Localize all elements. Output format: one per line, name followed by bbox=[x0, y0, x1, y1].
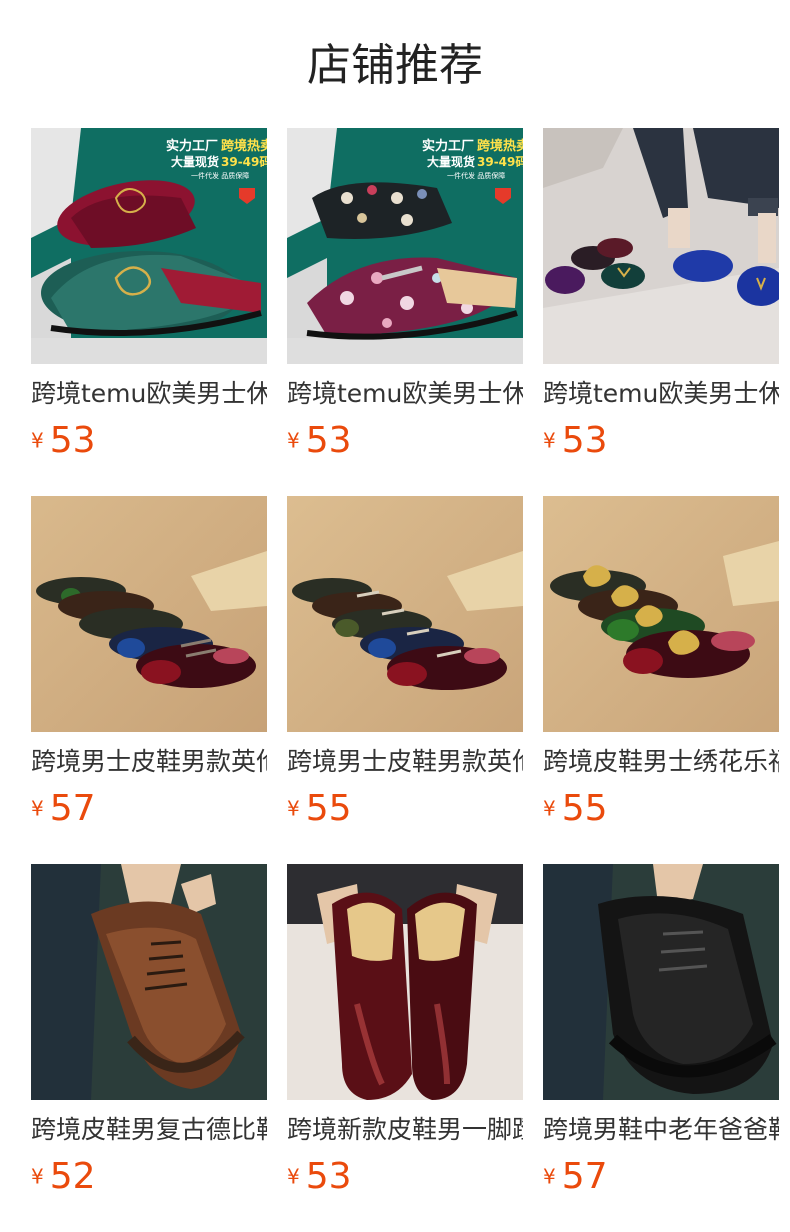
price-value: 53 bbox=[305, 1155, 352, 1197]
product-card[interactable]: 跨境男鞋中老年爸爸鞋 ¥57 bbox=[543, 864, 779, 1197]
product-price: ¥53 bbox=[287, 420, 523, 461]
product-card[interactable]: 跨境皮鞋男士绣花乐福 ¥55 bbox=[543, 496, 779, 829]
banner-text: 大量现货 bbox=[171, 154, 219, 169]
product-name[interactable]: 跨境皮鞋男复古德比鞋 bbox=[31, 1114, 267, 1146]
product-image[interactable] bbox=[287, 864, 523, 1100]
price-value: 53 bbox=[305, 419, 352, 461]
product-card[interactable]: 跨境皮鞋男复古德比鞋 ¥52 bbox=[31, 864, 267, 1197]
product-image[interactable] bbox=[543, 128, 779, 364]
product-price: ¥52 bbox=[31, 1156, 267, 1197]
product-image[interactable] bbox=[543, 496, 779, 732]
price-value: 53 bbox=[561, 419, 608, 461]
product-price: ¥57 bbox=[543, 1156, 779, 1197]
product-image[interactable] bbox=[31, 496, 267, 732]
product-price: ¥53 bbox=[543, 420, 779, 461]
currency-symbol: ¥ bbox=[31, 796, 44, 821]
product-price: ¥55 bbox=[287, 788, 523, 829]
product-card[interactable]: 跨境新款皮鞋男一脚蹬 ¥53 bbox=[287, 864, 523, 1197]
product-name[interactable]: 跨境男士皮鞋男款英伦 bbox=[287, 746, 523, 778]
product-price: ¥53 bbox=[31, 420, 267, 461]
product-price: ¥55 bbox=[543, 788, 779, 829]
product-name[interactable]: 跨境temu欧美男士休 bbox=[287, 378, 523, 410]
product-card[interactable]: 跨境男士皮鞋男款英伦 ¥55 bbox=[287, 496, 523, 829]
banner-text: 大量现货 bbox=[427, 154, 475, 169]
banner-text: 一件代发 品质保障 bbox=[191, 171, 249, 180]
product-image[interactable] bbox=[543, 864, 779, 1100]
section-title: 店铺推荐 bbox=[307, 40, 483, 91]
price-value: 55 bbox=[561, 787, 608, 829]
banner-text: 一件代发 品质保障 bbox=[447, 171, 505, 180]
product-card[interactable]: 实力工厂 跨境热卖 大量现货 39-49码 一件代发 品质保障 跨境temu欧美… bbox=[31, 128, 267, 461]
currency-symbol: ¥ bbox=[287, 428, 300, 453]
product-image[interactable] bbox=[287, 496, 523, 732]
banner-text: 实力工厂 bbox=[422, 138, 474, 154]
product-image[interactable]: 实力工厂 跨境热卖 大量现货 39-49码 一件代发 品质保障 bbox=[31, 128, 267, 364]
price-value: 57 bbox=[49, 787, 96, 829]
banner-text: 跨境热卖 bbox=[221, 138, 267, 154]
product-card[interactable]: 跨境temu欧美男士休 ¥53 bbox=[543, 128, 779, 461]
currency-symbol: ¥ bbox=[287, 796, 300, 821]
product-price: ¥57 bbox=[31, 788, 267, 829]
currency-symbol: ¥ bbox=[543, 428, 556, 453]
product-name[interactable]: 跨境皮鞋男士绣花乐福 bbox=[543, 746, 779, 778]
banner-text: 39-49码 bbox=[477, 155, 523, 169]
product-name[interactable]: 跨境男鞋中老年爸爸鞋 bbox=[543, 1114, 779, 1146]
banner-text: 39-49码 bbox=[221, 155, 267, 169]
banner-text: 实力工厂 bbox=[166, 138, 218, 154]
product-card[interactable]: 跨境男士皮鞋男款英伦 ¥57 bbox=[31, 496, 267, 829]
price-value: 55 bbox=[305, 787, 352, 829]
product-name[interactable]: 跨境新款皮鞋男一脚蹬 bbox=[287, 1114, 523, 1146]
product-price: ¥53 bbox=[287, 1156, 523, 1197]
currency-symbol: ¥ bbox=[543, 1164, 556, 1189]
product-name[interactable]: 跨境temu欧美男士休 bbox=[543, 378, 779, 410]
price-value: 52 bbox=[49, 1155, 96, 1197]
product-image[interactable] bbox=[31, 864, 267, 1100]
currency-symbol: ¥ bbox=[31, 1164, 44, 1189]
product-image[interactable]: 实力工厂 跨境热卖 大量现货 39-49码 一件代发 品质保障 bbox=[287, 128, 523, 364]
product-card[interactable]: 实力工厂 跨境热卖 大量现货 39-49码 一件代发 品质保障 跨境temu欧美… bbox=[287, 128, 523, 461]
currency-symbol: ¥ bbox=[543, 796, 556, 821]
currency-symbol: ¥ bbox=[287, 1164, 300, 1189]
product-name[interactable]: 跨境男士皮鞋男款英伦 bbox=[31, 746, 267, 778]
product-name[interactable]: 跨境temu欧美男士休 bbox=[31, 378, 267, 410]
price-value: 57 bbox=[561, 1155, 608, 1197]
price-value: 53 bbox=[49, 419, 96, 461]
currency-symbol: ¥ bbox=[31, 428, 44, 453]
banner-text: 跨境热卖 bbox=[477, 138, 523, 154]
